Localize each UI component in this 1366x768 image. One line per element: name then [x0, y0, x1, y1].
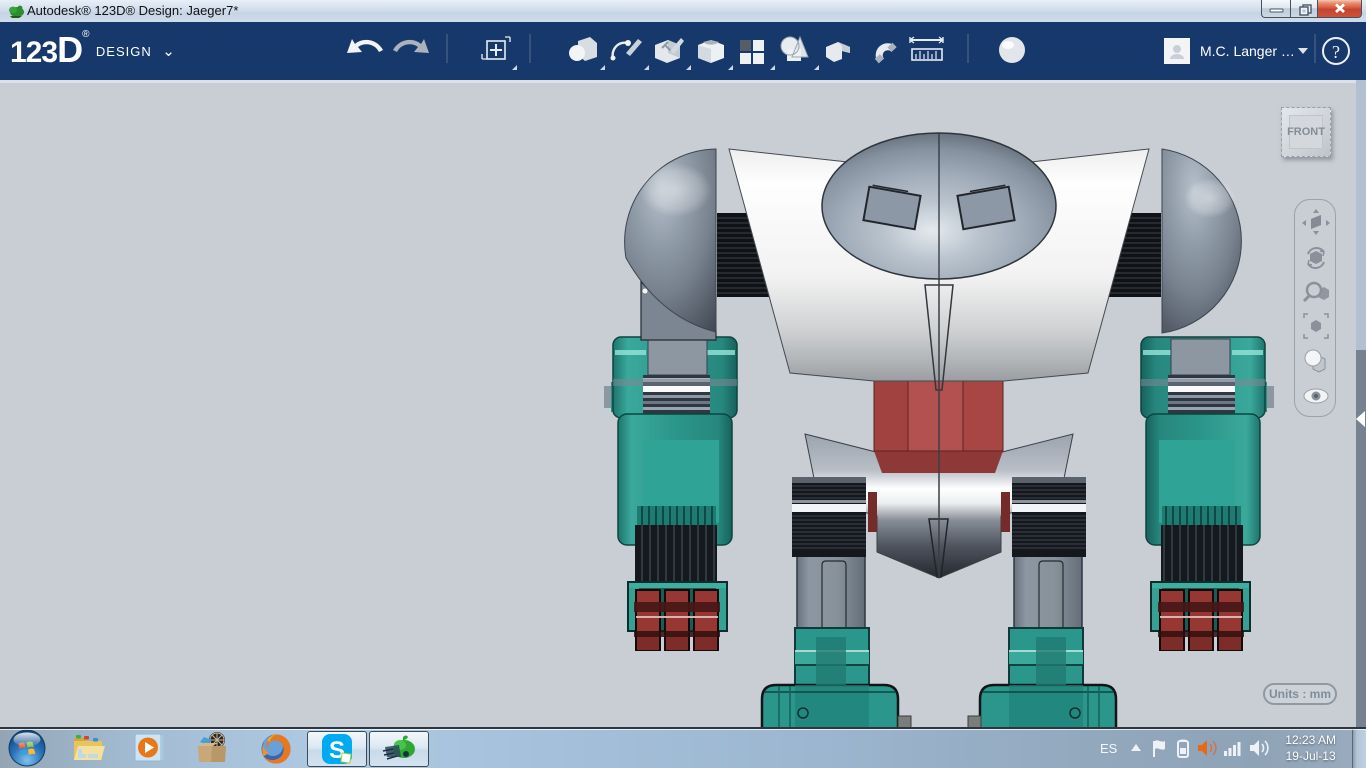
svg-text:M.C. Langer …: M.C. Langer … — [1200, 43, 1295, 59]
svg-text:ES: ES — [1100, 741, 1118, 756]
svg-text:?: ? — [1332, 42, 1340, 62]
